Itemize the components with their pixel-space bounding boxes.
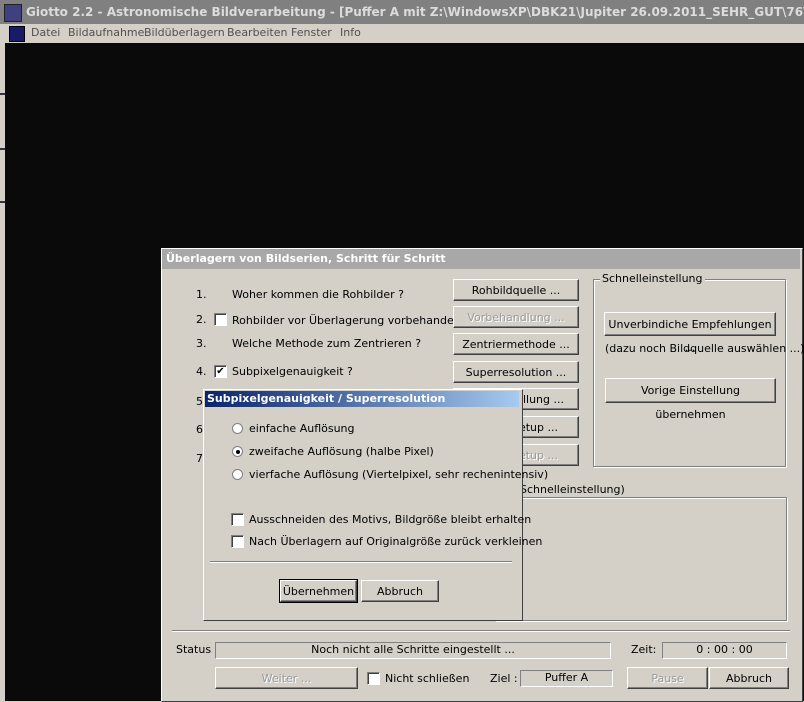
target-label: Ziel : xyxy=(490,672,518,685)
status-field: Noch nicht alle Schritte eingestellt ... xyxy=(215,642,611,659)
shrink-label: Nach Überlagern auf Originalgröße zurück… xyxy=(249,535,543,548)
status-label: Status xyxy=(176,643,212,656)
shrink-checkbox[interactable] xyxy=(231,535,244,548)
time-value: 0 : 00 : 00 xyxy=(696,643,753,656)
title-bar: Giotto 2.2 - Astronomische Bildverarbeit… xyxy=(0,0,804,24)
menu-bildaufnahme[interactable]: Bildaufnahme xyxy=(68,26,144,39)
menu-bildueberlagern[interactable]: Bildüberlagern xyxy=(144,26,225,39)
step-number: 5 xyxy=(196,395,203,408)
document-icon[interactable] xyxy=(9,26,25,42)
double-resolution-label: zweifache Auflösung (halbe Pixel) xyxy=(249,445,434,458)
preprocess-checkbox[interactable] xyxy=(214,313,227,326)
superresolution-button[interactable]: Superresolution ... xyxy=(453,361,579,383)
log-group xyxy=(495,497,787,621)
separator xyxy=(172,630,790,632)
double-resolution-radio[interactable] xyxy=(232,446,243,457)
previous-settings-button[interactable]: Vorige Einstellung übernehmen xyxy=(605,378,776,421)
next-button[interactable]: Weiter ... xyxy=(215,667,358,689)
crop-checkbox[interactable] xyxy=(231,513,244,526)
single-resolution-label: einfache Auflösung xyxy=(249,422,355,435)
menu-info[interactable]: Info xyxy=(340,26,361,39)
dont-close-label: Nicht schließen xyxy=(385,672,470,685)
separator xyxy=(210,561,512,563)
quick-settings-group xyxy=(593,279,786,467)
step-number: 7 xyxy=(196,452,203,465)
dont-close-checkbox[interactable] xyxy=(367,672,380,685)
step-label: Subpixelgenauigkeit ? xyxy=(232,365,353,378)
menu-bar: Datei Bildaufnahme Bildüberlagern Bearbe… xyxy=(0,24,804,43)
step-label: Rohbilder vor Überlagerung vorbehandeln … xyxy=(232,314,474,327)
menu-fenster[interactable]: Fenster xyxy=(291,26,332,39)
preprocess-button[interactable]: Vorbehandlung ... xyxy=(453,306,579,328)
subpixel-dialog-title: Subpixelgenauigkeit / Superresolution xyxy=(205,391,519,407)
log-legend: Schnelleinstellung) xyxy=(520,483,625,496)
status-value: Noch nicht alle Schritte eingestellt ... xyxy=(311,643,515,656)
step-number: 6 xyxy=(196,423,203,436)
quad-resolution-label: vierfache Auflösung (Viertelpixel, sehr … xyxy=(249,468,549,481)
step-number: 2. xyxy=(196,313,207,326)
quad-resolution-radio[interactable] xyxy=(232,469,243,480)
single-resolution-radio[interactable] xyxy=(232,423,243,434)
quick-settings-legend: Schnelleinstellung xyxy=(600,272,705,285)
subpixel-checkbox[interactable]: ✔ xyxy=(214,365,227,378)
stacking-dialog-title: Überlagern von Bildserien, Schritt für S… xyxy=(162,249,800,269)
abort-button[interactable]: Abbruch xyxy=(709,667,789,689)
apply-button[interactable]: Übernehmen xyxy=(279,579,358,603)
step-label: Woher kommen die Rohbilder ? xyxy=(232,288,404,301)
crop-label: Ausschneiden des Motivs, Bildgröße bleib… xyxy=(249,513,532,526)
target-field: Puffer A xyxy=(520,670,613,687)
step-number: 1. xyxy=(196,288,207,301)
quick-settings-hint: (dazu noch Bildquelle auswählen ...) xyxy=(605,342,804,355)
time-label: Zeit: xyxy=(631,643,657,656)
pause-button[interactable]: Pause xyxy=(627,667,708,689)
app-icon xyxy=(4,4,22,22)
cancel-button[interactable]: Abbruch xyxy=(361,580,439,602)
time-field: 0 : 00 : 00 xyxy=(662,642,787,659)
step-label: Welche Methode zum Zentrieren ? xyxy=(232,337,422,350)
step-number: 4. xyxy=(196,365,207,378)
raw-source-button[interactable]: Rohbildquelle ... xyxy=(453,279,579,301)
centering-method-button[interactable]: Zentriermethode ... xyxy=(453,333,579,355)
target-value: Puffer A xyxy=(544,671,589,684)
menu-datei[interactable]: Datei xyxy=(31,26,60,39)
step-number: 3. xyxy=(196,337,207,350)
window-title: Giotto 2.2 - Astronomische Bildverarbeit… xyxy=(26,5,804,19)
recommendations-button[interactable]: Unverbindiche Empfehlungen ... xyxy=(604,312,776,354)
menu-bearbeiten[interactable]: Bearbeiten xyxy=(227,26,287,39)
